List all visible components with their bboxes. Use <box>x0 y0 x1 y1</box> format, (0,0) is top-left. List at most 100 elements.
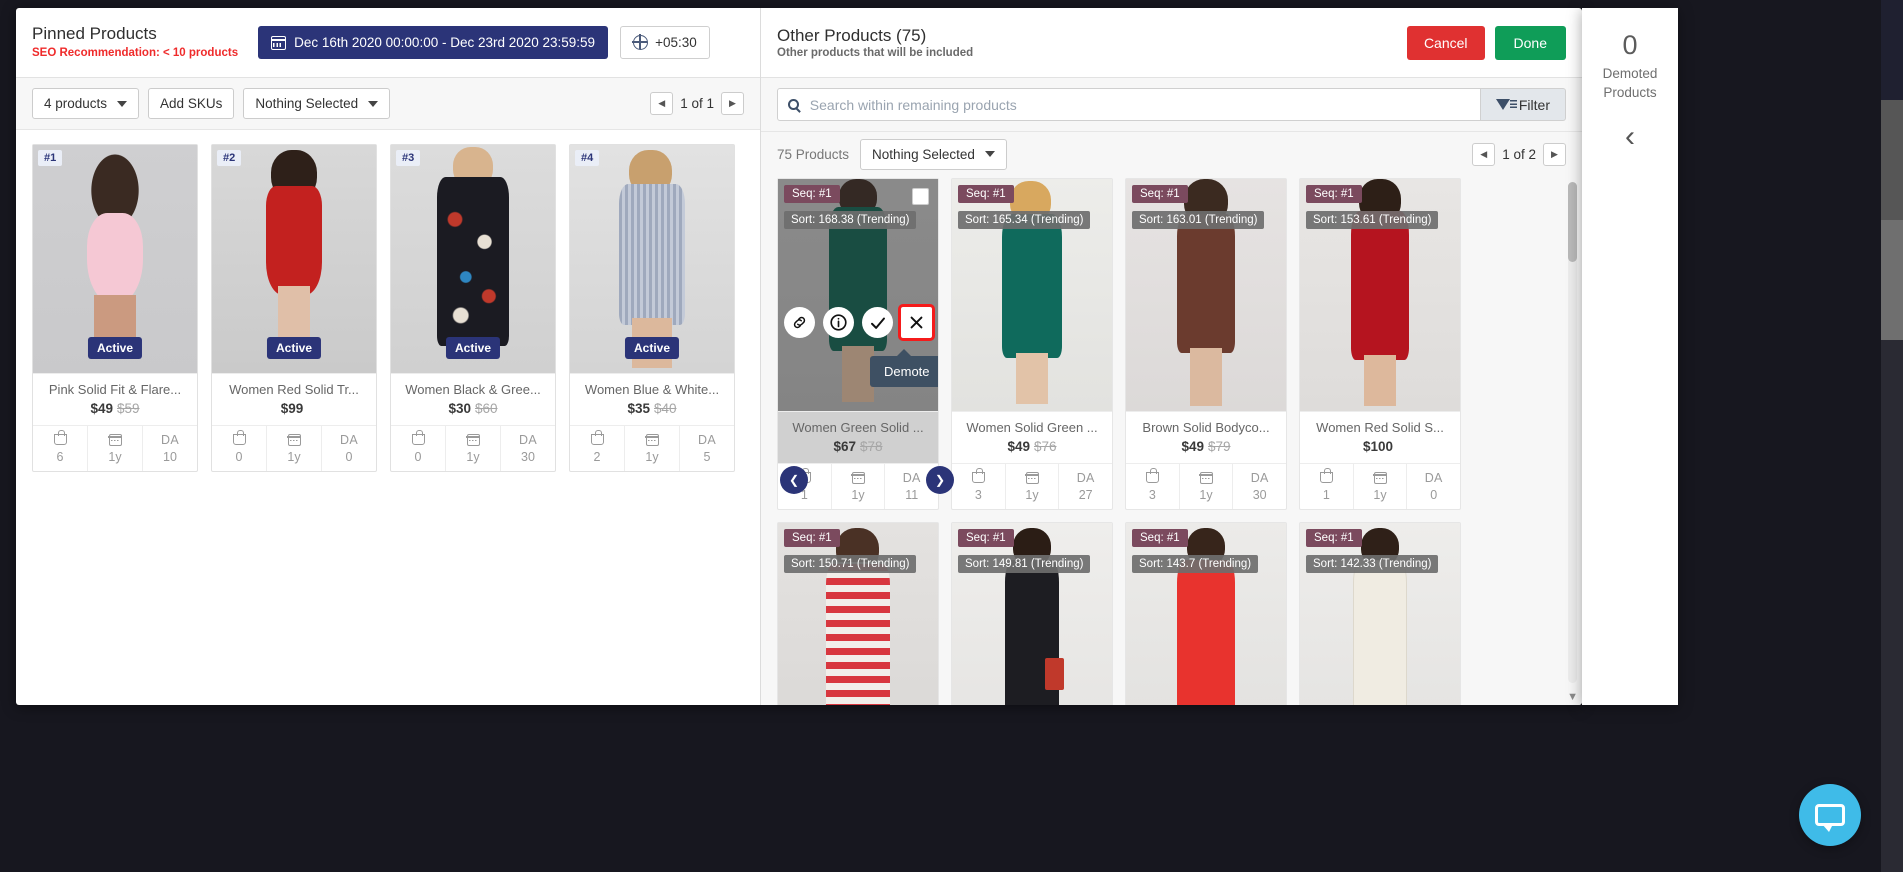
rank-badge: #1 <box>38 150 63 166</box>
product-title: Brown Solid Bodyco... <box>1142 420 1270 435</box>
bag-icon <box>570 430 624 447</box>
sort-badge: Sort: 163.01 (Trending) <box>1132 211 1265 229</box>
price-strike: $76 <box>1034 439 1057 454</box>
pinned-product-card[interactable]: #2 Active Women Red Solid Tr... $99 0 1y… <box>211 144 377 472</box>
stat-da: DA 5 <box>680 426 734 471</box>
da-label: DA <box>161 432 179 447</box>
product-count-dropdown[interactable]: 4 products <box>32 88 140 119</box>
cancel-button[interactable]: Cancel <box>1406 25 1485 60</box>
product-price: $49 $79 <box>1131 439 1281 454</box>
sort-badge: Sort: 168.38 (Trending) <box>784 211 917 229</box>
stat-value: 1y <box>1199 488 1213 502</box>
other-product-card[interactable]: Seq: #1 Sort: 165.34 (Trending) Women So… <box>951 178 1113 510</box>
other-selection-dropdown[interactable]: Nothing Selected <box>860 138 1007 170</box>
stat-da: DA 30 <box>501 426 555 471</box>
close-icon[interactable] <box>898 304 935 341</box>
done-button[interactable]: Done <box>1494 25 1566 60</box>
product-stats: 0 1y DA 0 <box>212 425 376 471</box>
product-image: Seq: #1 Sort: 149.81 (Trending) <box>952 523 1112 705</box>
stat-da: DA 10 <box>143 426 197 471</box>
pinned-prev-page-button[interactable]: ◀ <box>650 92 674 115</box>
stat-age: 1y <box>625 426 680 471</box>
scrollbar-thumb[interactable] <box>1568 182 1577 262</box>
pinned-product-card[interactable]: #4 Active Women Blue & White... $35 $40 <box>569 144 735 472</box>
bag-icon <box>33 430 87 447</box>
stat-value: 2 <box>593 450 601 464</box>
calendar-icon <box>1180 470 1233 485</box>
select-checkbox[interactable] <box>912 188 929 205</box>
pinned-header: Pinned Products SEO Recommendation: < 10… <box>16 8 760 78</box>
price-strike: $60 <box>475 401 498 416</box>
pinned-product-card[interactable]: #3 Active Women Black & Gree... $30 $60 <box>390 144 556 472</box>
pinned-product-card[interactable]: #1 Active Pink Solid Fit & Flare... $49 $… <box>32 144 198 472</box>
status-badge: Active <box>266 337 322 359</box>
product-title: Women Blue & White... <box>584 382 720 397</box>
chevron-down-icon <box>984 151 995 157</box>
stat-value: 27 <box>1078 488 1093 502</box>
other-product-card[interactable]: Seq: #1 Sort: 142.33 (Trending) <box>1299 522 1461 705</box>
other-product-card[interactable]: Seq: #1 Sort: 149.81 (Trending) <box>951 522 1113 705</box>
other-selection-label: Nothing Selected <box>872 146 975 162</box>
globe-icon <box>632 34 649 50</box>
da-label: DA <box>1076 470 1095 485</box>
stat-da: DA 27 <box>1059 464 1112 509</box>
other-prev-page-button[interactable]: ◀ <box>1472 142 1496 166</box>
collapse-chevron-icon[interactable]: ‹ <box>1625 122 1635 152</box>
product-image: Seq: #1 Sort: 142.33 (Trending) <box>1300 523 1460 705</box>
calendar-icon <box>270 35 287 50</box>
link-icon[interactable] <box>784 307 815 338</box>
other-product-card[interactable]: Seq: #1 Sort: 143.7 (Trending) <box>1125 522 1287 705</box>
price-value: $99 <box>280 401 304 416</box>
pinned-next-page-button[interactable]: ▶ <box>721 92 744 115</box>
check-icon[interactable] <box>862 307 893 338</box>
product-stats: 3 1y DA 27 <box>952 463 1112 509</box>
sequence-badge: Seq: #1 <box>958 529 1014 547</box>
sequence-badge: Seq: #1 <box>958 185 1014 203</box>
search-box[interactable] <box>777 88 1481 121</box>
product-image: #4 Active <box>570 145 734 373</box>
info-icon[interactable] <box>823 307 854 338</box>
demote-tooltip: Demote <box>870 349 938 387</box>
scroll-down-arrow-icon[interactable]: ▼ <box>1567 691 1578 703</box>
product-count-label: 4 products <box>44 96 108 111</box>
stat-da: DA 0 <box>1407 464 1460 509</box>
chat-support-button[interactable] <box>1799 784 1861 846</box>
product-price: $99 <box>218 401 370 416</box>
demoted-products-rail: 0 Demoted Products ‹ <box>1582 8 1678 705</box>
other-product-card[interactable]: Seq: #1 Sort: 153.61 (Trending) Women Re… <box>1299 178 1461 510</box>
timezone-selector[interactable]: +05:30 <box>620 26 710 59</box>
carousel-next-button[interactable]: ❯ <box>926 466 954 494</box>
product-meta: Women Blue & White... $35 $40 <box>570 373 734 425</box>
product-image: #1 Active <box>33 145 197 373</box>
sequence-badge: Seq: #1 <box>784 185 840 203</box>
stat-age: 1y <box>1180 464 1234 509</box>
other-product-card[interactable]: Seq: #1 Sort: 150.71 (Trending) <box>777 522 939 705</box>
bag-icon <box>391 430 445 447</box>
filter-button[interactable]: Filter <box>1480 88 1566 121</box>
demoted-label-line2: Products <box>1603 85 1657 100</box>
carousel-prev-button[interactable]: ❮ <box>780 466 808 494</box>
pinned-selection-label: Nothing Selected <box>255 96 359 111</box>
sort-badge: Sort: 150.71 (Trending) <box>784 555 917 573</box>
header-actions: Cancel Done <box>1406 25 1566 60</box>
sort-badge: Sort: 153.61 (Trending) <box>1306 211 1439 229</box>
da-label: DA <box>698 432 716 447</box>
rank-badge: #4 <box>575 150 600 166</box>
pinned-selection-dropdown[interactable]: Nothing Selected <box>243 88 391 119</box>
other-product-card[interactable]: Seq: #1 Sort: 168.38 (Trending) Demote W… <box>777 178 954 510</box>
add-skus-button[interactable]: Add SKUs <box>148 88 235 119</box>
stat-value: 0 <box>414 450 422 464</box>
date-range-picker[interactable]: Dec 16th 2020 00:00:00 - Dec 23rd 2020 2… <box>258 26 609 59</box>
product-stats: 6 1y DA 10 <box>33 425 197 471</box>
stat-value: 1y <box>466 450 480 464</box>
product-price: $49 $59 <box>39 401 191 416</box>
product-image: Seq: #1 Sort: 163.01 (Trending) <box>1126 179 1286 411</box>
calendar-icon <box>88 432 142 447</box>
pinned-product-grid: #1 Active Pink Solid Fit & Flare... $49 $… <box>32 144 744 472</box>
search-input[interactable] <box>807 95 1470 114</box>
other-product-card[interactable]: Seq: #1 Sort: 163.01 (Trending) Brown So… <box>1125 178 1287 510</box>
other-next-page-button[interactable]: ▶ <box>1543 142 1566 166</box>
stat-age: 1y <box>446 426 501 471</box>
stat-value: 1y <box>1373 488 1387 502</box>
product-price: $49 $76 <box>957 439 1107 454</box>
